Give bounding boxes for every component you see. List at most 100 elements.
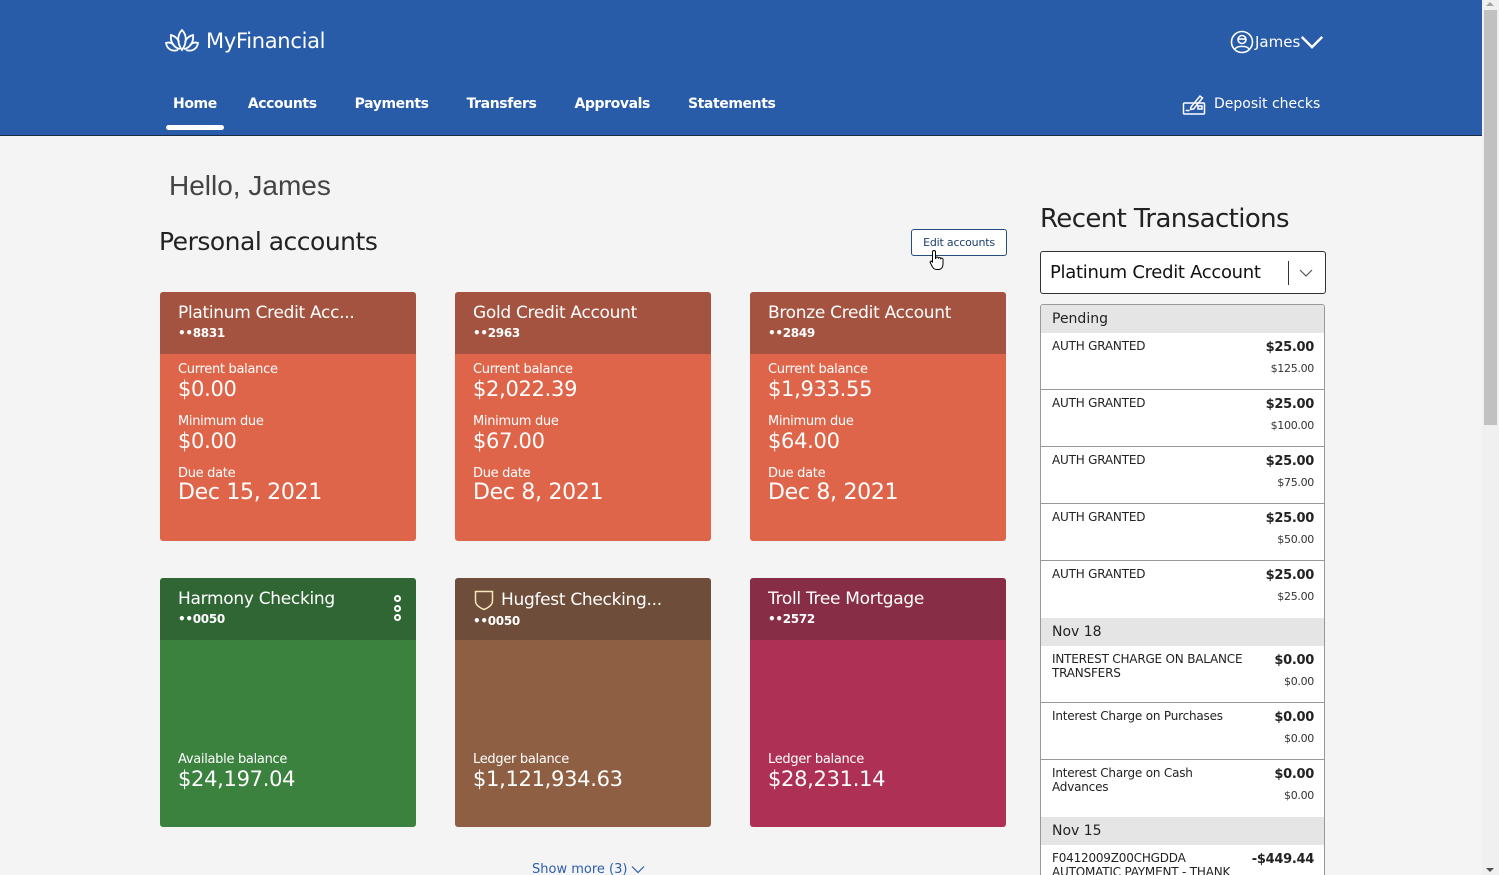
account-number: ••0050 [473, 614, 520, 628]
balance-label: Ledger balance [768, 752, 864, 767]
user-menu[interactable]: James [1230, 30, 1325, 54]
balance-label: Ledger balance [473, 752, 569, 767]
account-card-hugfest-checking[interactable]: Hugfest Checking... ••0050 Ledger balanc… [455, 578, 711, 827]
transaction-row[interactable]: AUTH GRANTED $25.00 $75.00 [1041, 447, 1324, 504]
tx-description: Interest Charge on Purchases [1052, 709, 1223, 723]
selected-account: Platinum Credit Account [1050, 262, 1261, 283]
current-balance-value: $1,933.55 [768, 377, 873, 401]
tx-group-header: Nov 15 [1041, 817, 1324, 845]
balance-value: $1,121,934.63 [473, 767, 623, 791]
hand-pointer-icon [929, 249, 944, 270]
account-card-troll-tree-mortgage[interactable]: Troll Tree Mortgage ••2572 Ledger balanc… [750, 578, 1006, 827]
account-number: ••2849 [768, 326, 815, 340]
scrollbar-thumb[interactable] [1484, 10, 1497, 425]
due-date-label: Due date [178, 466, 236, 481]
transaction-row[interactable]: AUTH GRANTED $25.00 $125.00 [1041, 333, 1324, 390]
due-date-value: Dec 8, 2021 [768, 480, 899, 505]
minimum-due-value: $67.00 [473, 429, 545, 453]
tab-payments[interactable]: Payments [355, 92, 429, 132]
tx-description: AUTH GRANTED [1052, 453, 1146, 467]
transaction-row[interactable]: AUTH GRANTED $25.00 $25.00 [1041, 561, 1324, 618]
brand-name: MyFinancial [206, 29, 326, 53]
user-circle-icon [1230, 30, 1254, 54]
account-name: Platinum Credit Acc... [178, 303, 355, 323]
recent-transactions-title: Recent Transactions [1040, 204, 1290, 234]
tx-balance: $0.00 [1284, 675, 1314, 688]
tx-description: AUTH GRANTED [1052, 339, 1146, 353]
account-card-harmony-checking[interactable]: Harmony Checking ••0050 Available balanc… [160, 578, 416, 827]
balance-value: $24,197.04 [178, 767, 296, 791]
show-more-button[interactable]: Show more (3) [532, 862, 645, 875]
current-balance-label: Current balance [178, 362, 278, 377]
tx-balance: $25.00 [1277, 590, 1314, 603]
tx-amount: $25.00 [1265, 568, 1315, 583]
tab-statements[interactable]: Statements [688, 92, 776, 132]
tx-amount: $25.00 [1265, 397, 1315, 412]
tx-description: F0412009Z00CHGDDA AUTOMATIC PAYMENT - TH… [1052, 851, 1231, 875]
account-name: Bronze Credit Account [768, 303, 952, 323]
account-name: Troll Tree Mortgage [768, 589, 925, 609]
top-header: MyFinancial James Home Accounts Payments… [0, 0, 1482, 136]
transactions-list: Pending AUTH GRANTED $25.00 $125.00 AUTH… [1040, 304, 1325, 875]
current-balance-label: Current balance [473, 362, 573, 377]
scroll-up-arrow-icon[interactable] [1486, 2, 1494, 6]
current-balance-value: $2,022.39 [473, 377, 578, 401]
account-card-platinum-credit[interactable]: Platinum Credit Acc... ••8831 Current ba… [160, 292, 416, 541]
balance-value: $28,231.14 [768, 767, 886, 791]
due-date-label: Due date [768, 466, 826, 481]
tx-balance: $0.00 [1284, 789, 1314, 802]
shield-icon [474, 590, 494, 611]
tab-approvals[interactable]: Approvals [574, 92, 650, 132]
tx-description: Interest Charge on Cash Advances [1052, 766, 1193, 794]
due-date-value: Dec 8, 2021 [473, 480, 604, 505]
account-select-dropdown[interactable]: Platinum Credit Account [1040, 251, 1326, 294]
balance-label: Available balance [178, 752, 288, 767]
minimum-due-label: Minimum due [473, 414, 559, 429]
deposit-check-icon [1182, 94, 1206, 115]
tx-amount: -$449.44 [1251, 852, 1315, 867]
tx-description: AUTH GRANTED [1052, 396, 1146, 410]
account-number: ••8831 [178, 326, 225, 340]
deposit-checks-label: Deposit checks [1214, 96, 1321, 112]
transaction-row[interactable]: AUTH GRANTED $25.00 $100.00 [1041, 390, 1324, 447]
tx-group-header: Pending [1041, 305, 1324, 333]
account-name: Gold Credit Account [473, 303, 637, 323]
due-date-value: Dec 15, 2021 [178, 480, 322, 505]
user-name: James [1255, 33, 1301, 51]
lotus-icon [164, 28, 200, 52]
current-balance-value: $0.00 [178, 377, 237, 401]
transaction-row[interactable]: F0412009Z00CHGDDA AUTOMATIC PAYMENT - TH… [1041, 845, 1324, 875]
page-scrollbar[interactable] [1482, 0, 1499, 875]
tab-accounts[interactable]: Accounts [248, 92, 317, 132]
minimum-due-value: $0.00 [178, 429, 237, 453]
brand-logo[interactable]: MyFinancial [164, 26, 326, 56]
account-name: Harmony Checking [178, 589, 335, 609]
transaction-row[interactable]: Interest Charge on Purchases $0.00 $0.00 [1041, 703, 1324, 760]
minimum-due-label: Minimum due [178, 414, 264, 429]
scroll-down-arrow-icon[interactable] [1486, 868, 1494, 872]
transaction-row[interactable]: AUTH GRANTED $25.00 $50.00 [1041, 504, 1324, 561]
account-card-bronze-credit[interactable]: Bronze Credit Account ••2849 Current bal… [750, 292, 1006, 541]
account-card-gold-credit[interactable]: Gold Credit Account ••2963 Current balan… [455, 292, 711, 541]
tab-home[interactable]: Home [166, 92, 224, 132]
account-name: Hugfest Checking... [501, 590, 662, 610]
tx-description: AUTH GRANTED [1052, 567, 1146, 581]
main-nav: Home Accounts Payments Transfers Approva… [166, 92, 813, 132]
tx-balance: $125.00 [1270, 362, 1315, 375]
select-divider [1288, 261, 1289, 285]
tx-description: AUTH GRANTED [1052, 510, 1146, 524]
chevron-down-icon [1299, 269, 1313, 277]
more-options-icon[interactable] [394, 595, 402, 621]
transaction-row[interactable]: Interest Charge on Cash Advances $0.00 $… [1041, 760, 1324, 817]
edit-accounts-button[interactable]: Edit accounts [911, 229, 1007, 256]
due-date-label: Due date [473, 466, 531, 481]
chevron-down-icon [1301, 36, 1324, 49]
tab-transfers[interactable]: Transfers [467, 92, 537, 132]
transaction-row[interactable]: INTEREST CHARGE ON BALANCE TRANSFERS $0.… [1041, 646, 1324, 703]
deposit-checks-link[interactable]: Deposit checks [1182, 92, 1320, 116]
account-number: ••2572 [768, 612, 815, 626]
greeting: Hello, James [169, 170, 331, 201]
tx-balance: $0.00 [1284, 732, 1314, 745]
minimum-due-value: $64.00 [768, 429, 840, 453]
tx-amount: $25.00 [1265, 511, 1315, 526]
